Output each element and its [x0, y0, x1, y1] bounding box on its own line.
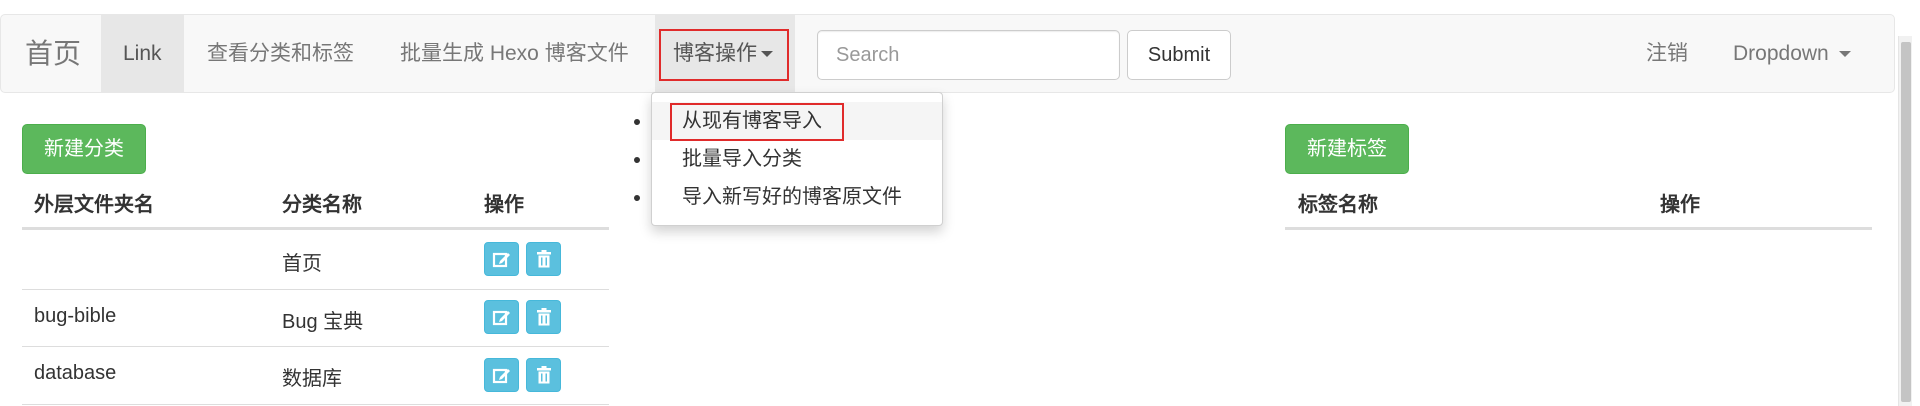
- column-header-tag-name: 标签名称: [1298, 194, 1378, 216]
- cell-folder: bug-bible: [34, 305, 117, 327]
- new-category-button[interactable]: 新建分类: [22, 124, 146, 174]
- column-header-tag-actions: 操作: [1660, 194, 1700, 216]
- blog-operations-menu: 从现有博客导入 批量导入分类 导入新写好的博客原文件: [651, 92, 943, 226]
- delete-button[interactable]: [526, 358, 561, 392]
- menu-item-import-new-source[interactable]: 导入新写好的博客原文件: [652, 178, 942, 216]
- table-header-divider: [1285, 227, 1872, 230]
- row-divider: [22, 404, 609, 405]
- menu-item-label: 导入新写好的博客原文件: [682, 186, 902, 208]
- cell-category-name: 数据库: [282, 368, 342, 390]
- caret-down-icon: [1838, 51, 1851, 58]
- nav-dropdown[interactable]: Dropdown: [1711, 15, 1873, 92]
- nav-view-categories-tags[interactable]: 查看分类和标签: [185, 15, 376, 92]
- edit-button[interactable]: [484, 242, 519, 276]
- edit-button[interactable]: [484, 358, 519, 392]
- edit-button[interactable]: [484, 300, 519, 334]
- edit-icon: [492, 368, 510, 384]
- nav-logout[interactable]: 注销: [1624, 15, 1710, 92]
- trash-icon: [537, 308, 551, 326]
- navbar-brand[interactable]: 首页: [25, 15, 81, 92]
- edit-icon: [492, 310, 510, 326]
- row-divider: [22, 346, 609, 347]
- column-header-actions: 操作: [484, 194, 524, 216]
- delete-button[interactable]: [526, 242, 561, 276]
- menu-item-batch-import-categories[interactable]: 批量导入分类: [652, 140, 942, 178]
- nav-link[interactable]: Link: [101, 15, 184, 92]
- nav-blog-operations-dropdown[interactable]: 博客操作: [655, 15, 795, 92]
- blog-ops-label: 博客操作: [673, 42, 757, 65]
- column-header-category-name: 分类名称: [282, 194, 362, 216]
- vertical-scrollbar[interactable]: [1898, 36, 1912, 406]
- trash-icon: [537, 366, 551, 384]
- menu-item-import-existing[interactable]: 从现有博客导入: [652, 102, 942, 141]
- new-tag-button[interactable]: 新建标签: [1285, 124, 1409, 174]
- cell-folder: database: [34, 362, 117, 384]
- column-header-folder: 外层文件夹名: [34, 194, 154, 216]
- top-navbar: 首页 Link 查看分类和标签 批量生成 Hexo 博客文件 博客操作 Subm…: [0, 14, 1895, 93]
- cell-category-name: Bug 宝典: [282, 311, 364, 333]
- menu-item-label: 批量导入分类: [682, 148, 802, 170]
- table-header-divider: [22, 227, 609, 230]
- scrollbar-thumb[interactable]: [1901, 42, 1911, 402]
- edit-icon: [492, 252, 510, 268]
- caret-down-icon: [761, 51, 773, 58]
- search-input[interactable]: [817, 30, 1120, 80]
- delete-button[interactable]: [526, 300, 561, 334]
- row-divider: [22, 289, 609, 290]
- nav-batch-generate-hexo[interactable]: 批量生成 Hexo 博客文件: [378, 15, 651, 92]
- cell-category-name: 首页: [282, 253, 322, 275]
- trash-icon: [537, 250, 551, 268]
- nav-dropdown-label: Dropdown: [1733, 42, 1829, 65]
- submit-button[interactable]: Submit: [1127, 30, 1231, 80]
- highlight-box: [670, 103, 844, 141]
